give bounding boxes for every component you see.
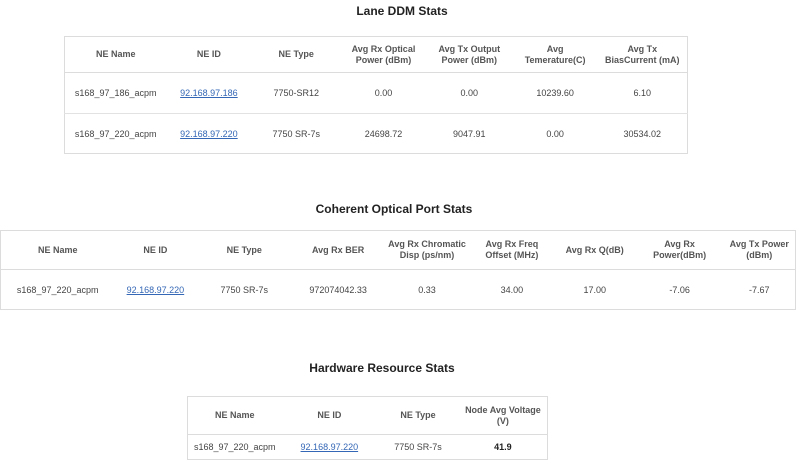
- col-avg-rx-chromatic-disp: Avg Rx Chromatic Disp (ps/nm): [384, 230, 470, 270]
- lane-ddm-table: NE Name NE ID NE Type Avg Rx Optical Pow…: [64, 36, 688, 154]
- col-avg-rx-optical-power: Avg Rx Optical Power (dBm): [341, 36, 426, 73]
- cell-avg-rx-power: -7.06: [669, 284, 690, 295]
- table-header-row: NE Name NE ID NE Type Node Avg Voltage (…: [187, 396, 548, 435]
- cell-ne-type: 7750 SR-7s: [272, 128, 320, 139]
- cell-ne-type: 7750 SR-7s: [394, 442, 442, 452]
- cell-avg-rx-freq-offset: 34.00: [500, 284, 524, 295]
- hardware-table: NE Name NE ID NE Type Node Avg Voltage (…: [187, 396, 548, 460]
- cell-ne-id: 92.168.97.220: [114, 270, 196, 310]
- cell-ne-type: 7750 SR-7s: [220, 284, 269, 295]
- cell-avg-rx-chromatic-disp: 0.33: [418, 284, 436, 295]
- ne-id-link[interactable]: 92.168.97.220: [301, 442, 359, 452]
- col-avg-rx-ber: Avg Rx BER: [292, 230, 385, 270]
- col-ne-type: NE Type: [377, 396, 459, 435]
- cell-ne-id: 92.168.97.186: [166, 72, 252, 114]
- cell-ne-id: 92.168.97.220: [281, 435, 377, 460]
- cell-ne-id: 92.168.97.220: [166, 114, 251, 154]
- col-node-avg-voltage: Node Avg Voltage (V): [458, 396, 548, 435]
- cell-avg-rx-ber: 972074042.33: [309, 284, 367, 295]
- col-avg-tx-output-power: Avg Tx Output Power (dBm): [425, 36, 513, 73]
- cell-ne-name: s168_97_220_acpm: [16, 284, 99, 295]
- col-ne-id: NE ID: [281, 396, 378, 435]
- cell-avg-rx-optical-power: 24698.72: [364, 128, 403, 139]
- cell-node-avg-voltage: 41.9: [494, 442, 512, 452]
- cell-avg-tx-power: -7.67: [749, 284, 770, 295]
- col-avg-tx-bias-current: Avg Tx BiasCurrent (mA): [597, 36, 688, 73]
- cell-avg-rx-optical-power: 0.00: [341, 72, 426, 114]
- col-ne-id: NE ID: [166, 36, 252, 73]
- col-avg-rx-q: Avg Rx Q(dB): [553, 230, 636, 270]
- col-ne-id: NE ID: [114, 230, 197, 270]
- cell-avg-tx-bias-current: 30534.02: [623, 128, 662, 139]
- col-avg-rx-power: Avg Rx Power(dBm): [635, 230, 724, 270]
- ne-id-link[interactable]: 92.168.97.220: [180, 129, 238, 139]
- col-ne-type: NE Type: [251, 36, 342, 73]
- cell-avg-rx-q: 17.00: [583, 284, 606, 295]
- cell-ne-name: s168_97_186_acpm: [64, 72, 167, 114]
- col-avg-rx-freq-offset: Avg Rx Freq Offset (MHz): [469, 230, 554, 270]
- coherent-title: Coherent Optical Port Stats: [315, 202, 473, 216]
- col-ne-name: NE Name: [0, 230, 115, 270]
- ne-id-link[interactable]: 92.168.97.220: [127, 285, 185, 295]
- cell-ne-type: 7750-SR12: [251, 72, 342, 114]
- col-ne-name: NE Name: [187, 396, 282, 435]
- col-ne-name: NE Name: [64, 36, 167, 73]
- hardware-title: Hardware Resource Stats: [309, 361, 455, 375]
- cell-ne-name: s168_97_220_acpm: [193, 442, 276, 452]
- table-header-row: NE Name NE ID NE Type Avg Rx Optical Pow…: [64, 36, 688, 73]
- table-header-row: NE Name NE ID NE Type Avg Rx BER Avg Rx …: [0, 230, 796, 270]
- col-ne-type: NE Type: [196, 230, 293, 270]
- col-avg-temperature: Avg Temerature(C): [512, 36, 598, 73]
- table-row: s168_97_220_acpm 92.168.97.220 7750 SR-7…: [188, 435, 548, 460]
- cell-ne-name: s168_97_220_acpm: [74, 128, 157, 139]
- cell-avg-temperature: 0.00: [546, 128, 564, 139]
- col-avg-tx-power: Avg Tx Power (dBm): [723, 230, 796, 270]
- ne-id-link[interactable]: 92.168.97.186: [180, 88, 238, 98]
- table-row: s168_97_186_acpm 92.168.97.186 7750-SR12…: [64, 72, 688, 114]
- lane-ddm-title: Lane DDM Stats: [356, 4, 448, 18]
- cell-avg-tx-bias-current: 6.10: [597, 72, 688, 114]
- cell-avg-tx-output-power: 9047.91: [453, 128, 486, 139]
- cell-avg-temperature: 10239.60: [512, 72, 598, 114]
- table-row: s168_97_220_acpm 92.168.97.220 7750 SR-7…: [1, 270, 796, 310]
- coherent-table: NE Name NE ID NE Type Avg Rx BER Avg Rx …: [0, 230, 796, 310]
- table-row: s168_97_220_acpm 92.168.97.220 7750 SR-7…: [65, 114, 688, 154]
- cell-avg-tx-output-power: 0.00: [425, 72, 513, 114]
